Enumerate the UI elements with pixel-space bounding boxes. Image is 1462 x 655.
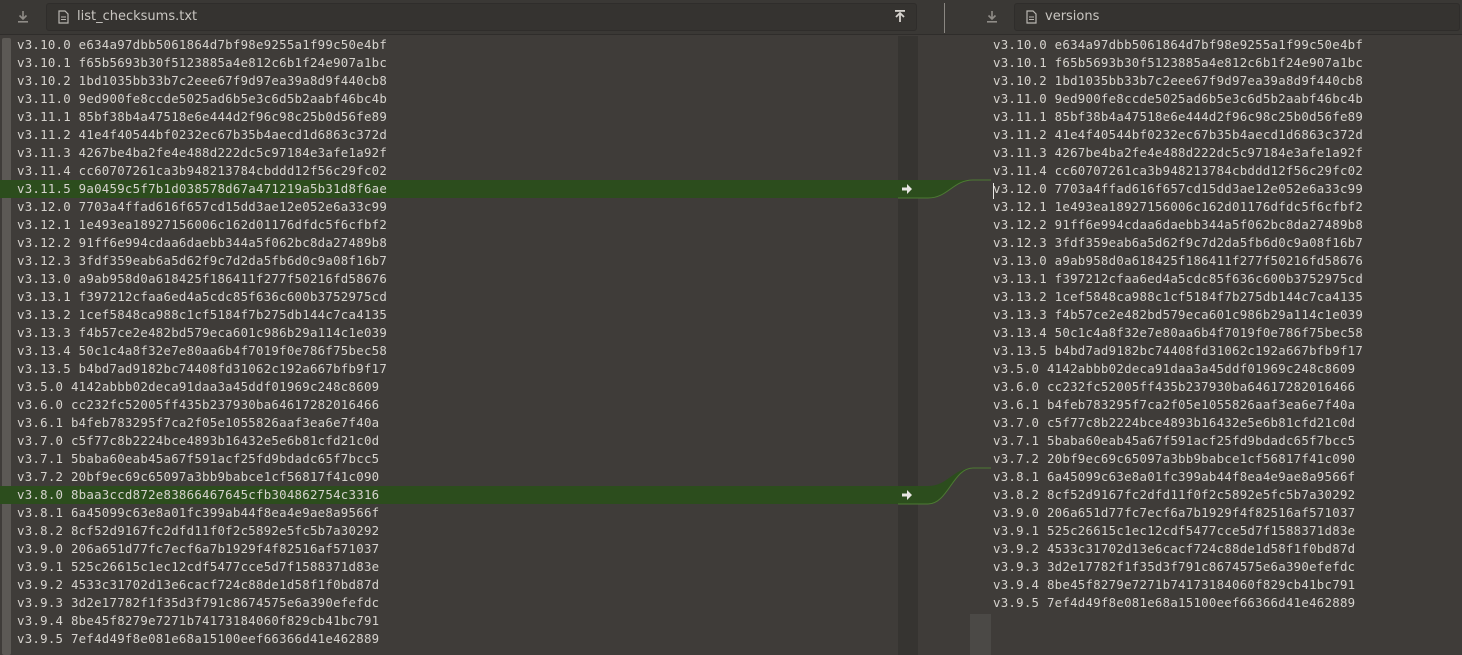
- text-line[interactable]: v3.11.4 cc60707261ca3b948213784cbddd12f5…: [993, 162, 1462, 180]
- left-file-selector[interactable]: list_checksums.txt: [46, 3, 917, 31]
- right-download-button[interactable]: [977, 3, 1007, 31]
- text-line[interactable]: v3.13.4 50c1c4a8f32e7e80aa6b4f7019f0e786…: [993, 324, 1462, 342]
- text-line[interactable]: v3.7.0 c5f77c8b2224bce4893b16432e5e6b81c…: [0, 432, 898, 450]
- text-cursor: [993, 183, 994, 199]
- text-line[interactable]: v3.9.2 4533c31702d13e6cacf724c88de1d58f1…: [0, 576, 898, 594]
- diff-link-map: [898, 36, 991, 655]
- text-line[interactable]: v3.13.3 f4b57ce2e482bd579eca601c986b29a1…: [993, 306, 1462, 324]
- right-file-selector[interactable]: versions: [1014, 3, 1460, 31]
- changed-line[interactable]: v3.11.5 9a0459c5f7b1d038578d67a471219a5b…: [0, 180, 898, 198]
- left-file-name: list_checksums.txt: [77, 9, 198, 24]
- text-line[interactable]: v3.10.2 1bd1035bb33b7c2eee67f9d97ea39a8d…: [0, 72, 898, 90]
- download-arrow-icon: [18, 11, 28, 23]
- file-icon: [58, 10, 69, 24]
- text-line[interactable]: v3.13.2 1cef5848ca988c1cf5184f7b275db144…: [0, 306, 898, 324]
- text-line[interactable]: v3.8.1 6a45099c63e8a01fc399ab44f8ea4e9ae…: [0, 504, 898, 522]
- text-line[interactable]: v3.12.2 91ff6e994cdaa6daebb344a5f062bc8d…: [993, 216, 1462, 234]
- text-line[interactable]: v3.11.0 9ed900fe8ccde5025ad6b5e3c6d5b2aa…: [993, 90, 1462, 108]
- text-line[interactable]: v3.11.0 9ed900fe8ccde5025ad6b5e3c6d5b2aa…: [0, 90, 898, 108]
- text-line[interactable]: v3.6.0 cc232fc52005ff435b237930ba6461728…: [0, 396, 898, 414]
- text-line[interactable]: v3.9.3 3d2e17782f1f35d3f791c8674575e6a39…: [0, 594, 898, 612]
- text-line[interactable]: v3.12.0 7703a4ffad616f657cd15dd3ae12e052…: [0, 198, 898, 216]
- text-line[interactable]: v3.9.3 3d2e17782f1f35d3f791c8674575e6a39…: [993, 558, 1462, 576]
- download-arrow-icon: [987, 11, 997, 23]
- left-text-pane[interactable]: v3.10.0 e634a97dbb5061864d7bf98e9255a1f9…: [0, 36, 898, 655]
- text-line[interactable]: v3.6.0 cc232fc52005ff435b237930ba6461728…: [993, 378, 1462, 396]
- text-line[interactable]: v3.9.4 8be45f8279e7271b74173184060f829cb…: [993, 576, 1462, 594]
- text-line[interactable]: v3.11.2 41e4f40544bf0232ec67b35b4aecd1d6…: [0, 126, 898, 144]
- text-line[interactable]: v3.9.5 7ef4d49f8e081e68a15100eef66366d41…: [0, 630, 898, 648]
- text-line[interactable]: v3.6.1 b4feb783295f7ca2f05e1055826aaf3ea…: [0, 414, 898, 432]
- text-line[interactable]: v3.13.4 50c1c4a8f32e7e80aa6b4f7019f0e786…: [0, 342, 898, 360]
- text-line[interactable]: v3.9.1 525c26615c1ec12cdf5477cce5d7f1588…: [993, 522, 1462, 540]
- left-download-button[interactable]: [8, 3, 38, 31]
- toolbar-separator: [944, 3, 945, 33]
- text-line[interactable]: v3.11.2 41e4f40544bf0232ec67b35b4aecd1d6…: [993, 126, 1462, 144]
- text-line[interactable]: v3.7.1 5baba60eab45a67f591acf25fd9bdadc6…: [0, 450, 898, 468]
- text-line[interactable]: v3.7.1 5baba60eab45a67f591acf25fd9bdadc6…: [993, 432, 1462, 450]
- text-line[interactable]: v3.9.5 7ef4d49f8e081e68a15100eef66366d41…: [993, 594, 1462, 612]
- text-line[interactable]: v3.8.1 6a45099c63e8a01fc399ab44f8ea4e9ae…: [993, 468, 1462, 486]
- text-line[interactable]: v3.11.3 4267be4ba2fe4e488d222dc5c97184e3…: [0, 144, 898, 162]
- text-line[interactable]: v3.13.0 a9ab958d0a618425f186411f277f5021…: [993, 252, 1462, 270]
- text-line[interactable]: v3.13.1 f397212cfaa6ed4a5cdc85f636c600b3…: [0, 288, 898, 306]
- text-line[interactable]: v3.9.4 8be45f8279e7271b74173184060f829cb…: [0, 612, 898, 630]
- text-line[interactable]: v3.13.1 f397212cfaa6ed4a5cdc85f636c600b3…: [993, 270, 1462, 288]
- text-line[interactable]: v3.7.0 c5f77c8b2224bce4893b16432e5e6b81c…: [993, 414, 1462, 432]
- text-line[interactable]: v3.11.1 85bf38b4a47518e6e444d2f96c98c25b…: [0, 108, 898, 126]
- text-line[interactable]: v3.10.1 f65b5693b30f5123885a4e812c6b1f24…: [993, 54, 1462, 72]
- text-line[interactable]: v3.5.0 4142abbb02deca91daa3a45ddf01969c2…: [993, 360, 1462, 378]
- text-line[interactable]: v3.8.2 8cf52d9167fc2dfd11f0f2c5892e5fc5b…: [0, 522, 898, 540]
- text-line[interactable]: v3.13.3 f4b57ce2e482bd579eca601c986b29a1…: [0, 324, 898, 342]
- text-line[interactable]: v3.10.0 e634a97dbb5061864d7bf98e9255a1f9…: [0, 36, 898, 54]
- text-line[interactable]: v3.5.0 4142abbb02deca91daa3a45ddf01969c2…: [0, 378, 898, 396]
- right-file-name: versions: [1045, 9, 1100, 24]
- text-line[interactable]: v3.10.0 e634a97dbb5061864d7bf98e9255a1f9…: [993, 36, 1462, 54]
- text-line[interactable]: v3.9.1 525c26615c1ec12cdf5477cce5d7f1588…: [0, 558, 898, 576]
- text-line[interactable]: v3.12.1 1e493ea18927156006c162d01176dfdc…: [0, 216, 898, 234]
- text-line[interactable]: v3.13.2 1cef5848ca988c1cf5184f7b275db144…: [993, 288, 1462, 306]
- text-line[interactable]: v3.10.2 1bd1035bb33b7c2eee67f9d97ea39a8d…: [993, 72, 1462, 90]
- text-line[interactable]: v3.7.2 20bf9ec69c65097a3bb9babce1cf56817…: [0, 468, 898, 486]
- file-icon: [1026, 10, 1037, 24]
- upload-arrow-icon: [895, 10, 905, 22]
- text-line[interactable]: v3.11.4 cc60707261ca3b948213784cbddd12f5…: [0, 162, 898, 180]
- text-line[interactable]: v3.12.3 3fdf359eab6a5d62f9c7d2da5fb6d0c9…: [0, 252, 898, 270]
- text-line[interactable]: v3.13.5 b4bd7ad9182bc74408fd31062c192a66…: [0, 360, 898, 378]
- text-line[interactable]: v3.7.2 20bf9ec69c65097a3bb9babce1cf56817…: [993, 450, 1462, 468]
- text-line[interactable]: v3.8.2 8cf52d9167fc2dfd11f0f2c5892e5fc5b…: [993, 486, 1462, 504]
- text-line[interactable]: v3.11.3 4267be4ba2fe4e488d222dc5c97184e3…: [993, 144, 1462, 162]
- text-line[interactable]: v3.9.0 206a651d77fc7ecf6a7b1929f4f82516a…: [0, 540, 898, 558]
- changed-line[interactable]: v3.8.0 8baa3ccd872e83866467645cfb3048627…: [0, 486, 898, 504]
- text-line[interactable]: v3.13.0 a9ab958d0a618425f186411f277f5021…: [0, 270, 898, 288]
- left-upload-button[interactable]: [892, 9, 908, 25]
- diff-connectors: [898, 179, 991, 505]
- right-text-pane[interactable]: v3.10.0 e634a97dbb5061864d7bf98e9255a1f9…: [993, 36, 1462, 655]
- text-line[interactable]: v3.9.0 206a651d77fc7ecf6a7b1929f4f82516a…: [993, 504, 1462, 522]
- text-line[interactable]: v3.13.5 b4bd7ad9182bc74408fd31062c192a66…: [993, 342, 1462, 360]
- text-line[interactable]: v3.11.1 85bf38b4a47518e6e444d2f96c98c25b…: [993, 108, 1462, 126]
- right-scrollbar-thumb[interactable]: [970, 614, 991, 655]
- text-line[interactable]: v3.10.1 f65b5693b30f5123885a4e812c6b1f24…: [0, 54, 898, 72]
- text-line[interactable]: v3.9.2 4533c31702d13e6cacf724c88de1d58f1…: [993, 540, 1462, 558]
- toolbar: list_checksums.txt versions: [0, 0, 1462, 35]
- text-line[interactable]: v3.12.2 91ff6e994cdaa6daebb344a5f062bc8d…: [0, 234, 898, 252]
- text-line[interactable]: v3.12.3 3fdf359eab6a5d62f9c7d2da5fb6d0c9…: [993, 234, 1462, 252]
- text-line[interactable]: v3.6.1 b4feb783295f7ca2f05e1055826aaf3ea…: [993, 396, 1462, 414]
- text-line[interactable]: v3.12.1 1e493ea18927156006c162d01176dfdc…: [993, 198, 1462, 216]
- text-line[interactable]: v3.12.0 7703a4ffad616f657cd15dd3ae12e052…: [993, 180, 1462, 198]
- change-connector: [898, 468, 991, 504]
